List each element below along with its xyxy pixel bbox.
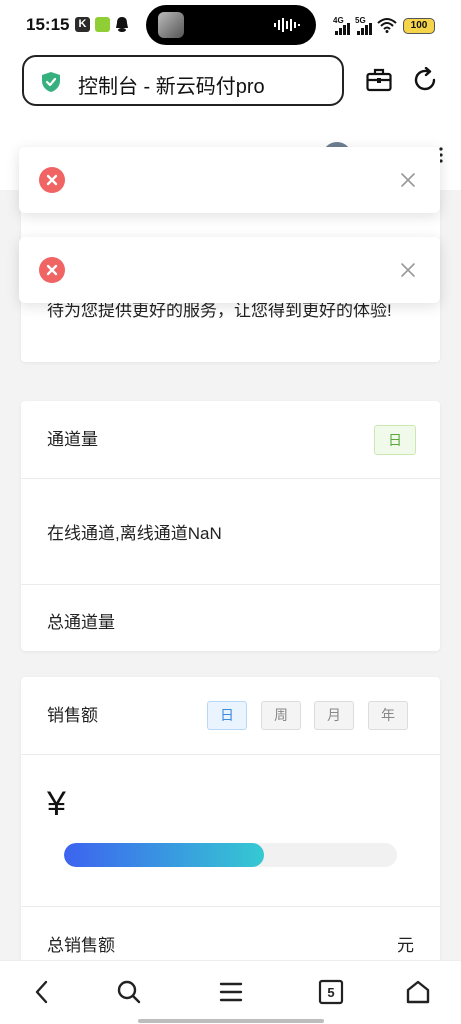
- wifi-icon: [377, 17, 397, 38]
- sales-unit: 元: [397, 936, 414, 955]
- currency-symbol: ¥: [47, 785, 66, 823]
- close-icon[interactable]: [400, 172, 416, 193]
- back-icon[interactable]: [32, 979, 52, 1010]
- close-icon[interactable]: [400, 262, 416, 283]
- status-indicators: 4G 5G 100: [333, 14, 435, 36]
- qq-icon: [115, 16, 129, 38]
- green-app-icon: [95, 17, 110, 32]
- period-month-button[interactable]: 月: [314, 701, 354, 730]
- browser-bar: 控制台 - 新云码付pro: [0, 50, 461, 120]
- toolbox-icon[interactable]: [366, 68, 392, 97]
- sales-title: 销售额: [47, 706, 98, 725]
- error-icon: [39, 167, 65, 198]
- sales-progress-bar: [64, 843, 397, 867]
- screen: 15:15 K 4G 5G 100 控制台 - 新云码付pro 待为您提供更好的…: [0, 0, 461, 1024]
- shield-icon: [41, 71, 61, 98]
- battery-indicator: 100: [403, 18, 435, 34]
- error-toast: [19, 237, 440, 303]
- home-indicator: [138, 1019, 324, 1023]
- status-bar: 15:15 K 4G 5G 100: [0, 0, 461, 50]
- divider: [21, 906, 440, 907]
- period-year-button[interactable]: 年: [368, 701, 408, 730]
- tabs-icon[interactable]: 5: [318, 979, 344, 1010]
- period-day-button[interactable]: 日: [207, 701, 247, 730]
- media-thumbnail: [158, 12, 184, 38]
- search-icon[interactable]: [116, 979, 142, 1010]
- sales-total-label: 总销售额: [47, 936, 115, 955]
- divider: [21, 754, 440, 755]
- dynamic-island: [146, 5, 316, 45]
- error-icon: [39, 257, 65, 288]
- address-bar[interactable]: 控制台 - 新云码付pro: [22, 55, 344, 106]
- error-toast: [19, 147, 440, 213]
- channel-period-tag: 日: [374, 425, 416, 455]
- sales-progress-fill: [64, 843, 264, 867]
- channel-total-label: 总通道量: [47, 613, 115, 632]
- channel-card: 通道量 日 在线通道,离线通道NaN 总通道量: [21, 401, 440, 651]
- page-title: 控制台 - 新云码付pro: [78, 76, 265, 98]
- menu-list-icon[interactable]: [218, 979, 244, 1010]
- channel-status: 在线通道,离线通道NaN: [47, 524, 222, 543]
- signal-icon-2: [357, 22, 373, 40]
- status-time: 15:15: [26, 15, 70, 34]
- divider: [21, 478, 440, 479]
- bottom-nav: 5: [0, 960, 461, 1024]
- period-week-button[interactable]: 周: [261, 701, 301, 730]
- sales-card: 销售额 日 周 月 年 ¥ 总销售额 元: [21, 677, 440, 977]
- channel-title: 通道量: [47, 430, 98, 449]
- divider: [21, 584, 440, 585]
- tab-count: 5: [327, 985, 334, 1000]
- audio-wave-icon: [274, 18, 300, 37]
- home-icon[interactable]: [405, 979, 431, 1010]
- signal-icon: [335, 22, 351, 40]
- k-app-icon: K: [75, 17, 90, 32]
- reload-icon[interactable]: [412, 66, 438, 98]
